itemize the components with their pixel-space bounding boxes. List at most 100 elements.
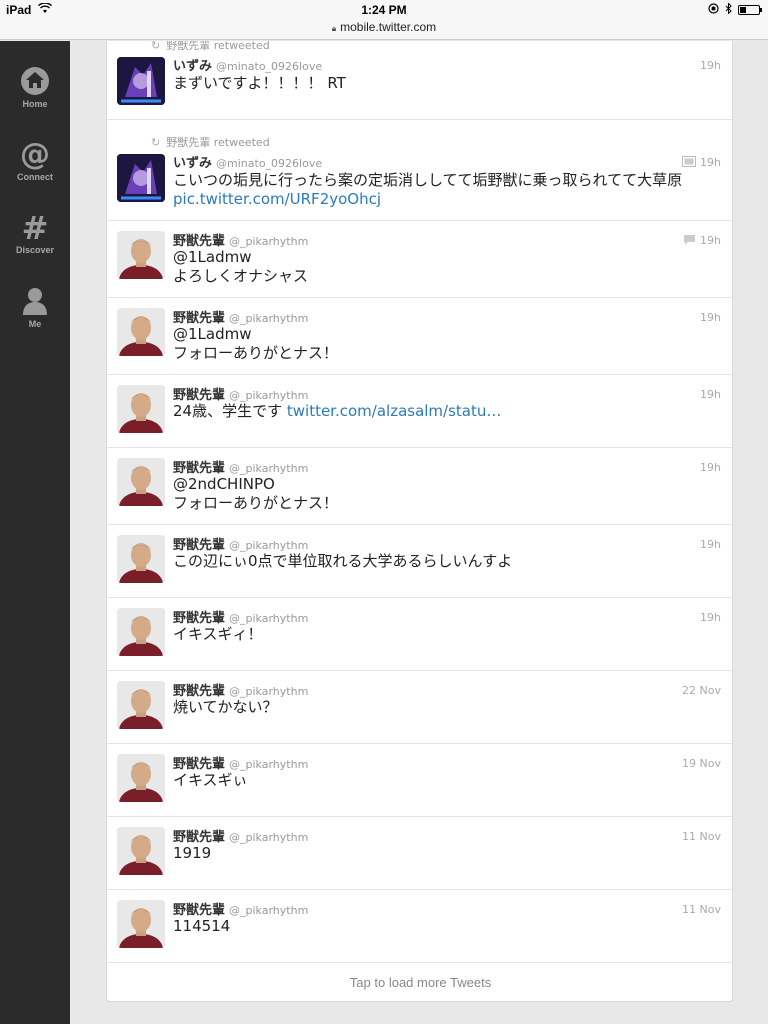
avatar-photo	[117, 385, 165, 433]
avatar[interactable]	[117, 535, 165, 583]
tweet-time: 19 Nov	[682, 757, 721, 770]
sidebar-item-label: Discover	[15, 245, 55, 255]
avatar[interactable]	[117, 308, 165, 356]
author-handle: @_pikarhythm	[229, 685, 309, 698]
avatar-photo	[117, 754, 165, 802]
author-name[interactable]: 野獣先輩	[173, 830, 225, 845]
avatar-photo	[117, 900, 165, 948]
tweet[interactable]: ↻ 野獣先輩 retweeted いずみ @minato_0926love 19h …	[107, 120, 732, 221]
avatar[interactable]	[117, 57, 165, 105]
retweet-indicator: ↻ 野獣先輩 retweeted	[151, 41, 270, 52]
tweet[interactable]: 野獣先輩 @_pikarhythm 11 Nov 114514	[107, 890, 732, 963]
sidebar-item-label: Me	[28, 319, 42, 329]
tweet-author: 野獣先輩 @_pikarhythm	[173, 307, 308, 326]
author-handle: @_pikarhythm	[229, 312, 309, 325]
author-name[interactable]: 野獣先輩	[173, 388, 225, 403]
lock-icon: 🔒︎	[331, 24, 337, 33]
avatar[interactable]	[117, 385, 165, 433]
retweet-icon: ↻	[151, 136, 161, 149]
tweet[interactable]: 野獣先輩 @_pikarhythm 19h @1Ladmw よろしくオナシャス	[107, 221, 732, 298]
author-name[interactable]: 野獣先輩	[173, 903, 225, 918]
tweet[interactable]: 野獣先輩 @_pikarhythm 19h この辺にぃ0点で単位取れる大学あるらし…	[107, 525, 732, 598]
author-name[interactable]: いずみ	[173, 156, 212, 171]
avatar[interactable]	[117, 458, 165, 506]
avatar[interactable]	[117, 608, 165, 656]
tweet[interactable]: 野獣先輩 @_pikarhythm 19h イキスギィ！	[107, 598, 732, 671]
tweet-author: 野獣先輩 @_pikarhythm	[173, 534, 308, 553]
author-name[interactable]: 野獣先輩	[173, 757, 225, 772]
tweet-author: 野獣先輩 @_pikarhythm	[173, 899, 308, 918]
sidebar-item-me[interactable]: Me	[0, 285, 70, 329]
sidebar-item-connect[interactable]: @ Connect	[0, 138, 70, 182]
author-name[interactable]: 野獣先輩	[173, 234, 225, 249]
tweet-time: 19h	[700, 538, 721, 551]
tweet-time: 19h	[700, 461, 721, 474]
author-handle: @_pikarhythm	[229, 539, 309, 552]
avatar[interactable]	[117, 681, 165, 729]
author-handle: @minato_0926love	[216, 157, 323, 170]
tweet-author: いずみ @minato_0926love	[173, 55, 322, 74]
author-handle: @_pikarhythm	[229, 462, 309, 475]
tweet-time: 11 Nov	[682, 903, 721, 916]
tweet-time: 19h	[700, 59, 721, 72]
at-icon: @	[20, 138, 50, 170]
orientation-lock-icon	[708, 3, 719, 17]
tweet-time: 19h	[700, 388, 721, 401]
tweet-author: 野獣先輩 @_pikarhythm	[173, 826, 308, 845]
tweet-author: 野獣先輩 @_pikarhythm	[173, 457, 308, 476]
author-name[interactable]: 野獣先輩	[173, 311, 225, 326]
avatar[interactable]	[117, 900, 165, 948]
tweet-link[interactable]: twitter.com/alzasalm/statu…	[287, 402, 502, 420]
tweet-time: 22 Nov	[682, 684, 721, 697]
avatar[interactable]	[117, 754, 165, 802]
tweet-text: こいつの垢見に行ったら案の定垢消ししてて垢野獣に乗っ取られてて大草原 pic.tw…	[173, 171, 683, 208]
tweet-author: 野獣先輩 @_pikarhythm	[173, 384, 308, 403]
author-handle: @_pikarhythm	[229, 389, 309, 402]
status-bar: iPad 1:24 PM 🔒︎ mobile.twitter.com	[0, 0, 768, 40]
battery-icon	[738, 5, 762, 15]
tweet-text: 焼いてかない？	[173, 698, 278, 716]
tweet-text: 1919	[173, 844, 212, 862]
tweet-author: 野獣先輩 @_pikarhythm	[173, 753, 308, 772]
author-handle: @minato_0926love	[216, 60, 323, 73]
svg-text:#: #	[22, 211, 49, 243]
sidebar-item-discover[interactable]: # Discover	[0, 211, 70, 255]
tweet-text: 114514	[173, 917, 231, 935]
avatar-photo	[117, 681, 165, 729]
tweet[interactable]: 野獣先輩 @_pikarhythm 11 Nov 1919	[107, 817, 732, 890]
tweet-text: @1Ladmw フォローありがとナス！	[173, 325, 339, 362]
sidebar-item-label: Connect	[17, 172, 53, 182]
avatar-photo	[117, 458, 165, 506]
hash-icon: #	[22, 211, 49, 243]
author-handle: @_pikarhythm	[229, 235, 309, 248]
avatar-photo	[117, 535, 165, 583]
retweet-icon: ↻	[151, 41, 161, 52]
tweet-author: 野獣先輩 @_pikarhythm	[173, 680, 308, 699]
load-more-button[interactable]: Tap to load more Tweets	[107, 975, 732, 990]
tweet[interactable]: 野獣先輩 @_pikarhythm 22 Nov 焼いてかない？	[107, 671, 732, 744]
tweet[interactable]: 野獣先輩 @_pikarhythm 19 Nov イキスギぃ	[107, 744, 732, 817]
avatar[interactable]	[117, 154, 165, 202]
author-name[interactable]: いずみ	[173, 59, 212, 74]
author-name[interactable]: 野獣先輩	[173, 684, 225, 699]
tweet-text: この辺にぃ0点で単位取れる大学あるらしいんすよ	[173, 552, 513, 570]
avatar[interactable]	[117, 827, 165, 875]
tweet[interactable]: 野獣先輩 @_pikarhythm 19h @1Ladmw フォローありがとナス！	[107, 298, 732, 375]
sidebar: Home @ Connect # Discover Me	[0, 41, 70, 1024]
avatar[interactable]	[117, 231, 165, 279]
author-name[interactable]: 野獣先輩	[173, 461, 225, 476]
tweet-time: 19h	[682, 156, 721, 170]
tweet-author: いずみ @minato_0926love	[173, 152, 322, 171]
tweet[interactable]: 野獣先輩 @_pikarhythm 19h 24歳、学生です twitter.co…	[107, 375, 732, 448]
tweet[interactable]: ↻ 野獣先輩 retweeted いずみ @minato_0926love 19h …	[107, 41, 732, 120]
sidebar-item-label: Home	[22, 99, 48, 109]
author-name[interactable]: 野獣先輩	[173, 538, 225, 553]
tweet[interactable]: 野獣先輩 @_pikarhythm 19h @2ndCHINPO フォローありがとナ…	[107, 448, 732, 525]
address-bar[interactable]: 🔒︎ mobile.twitter.com	[0, 20, 768, 34]
tweet-text: @1Ladmw よろしくオナシャス	[173, 248, 309, 285]
author-name[interactable]: 野獣先輩	[173, 611, 225, 626]
tweet-link[interactable]: pic.twitter.com/URF2yoOhcj	[173, 190, 381, 208]
tweet-text: イキスギぃ	[173, 771, 248, 789]
tweet-time: 19h	[700, 311, 721, 324]
sidebar-item-home[interactable]: Home	[0, 65, 70, 109]
